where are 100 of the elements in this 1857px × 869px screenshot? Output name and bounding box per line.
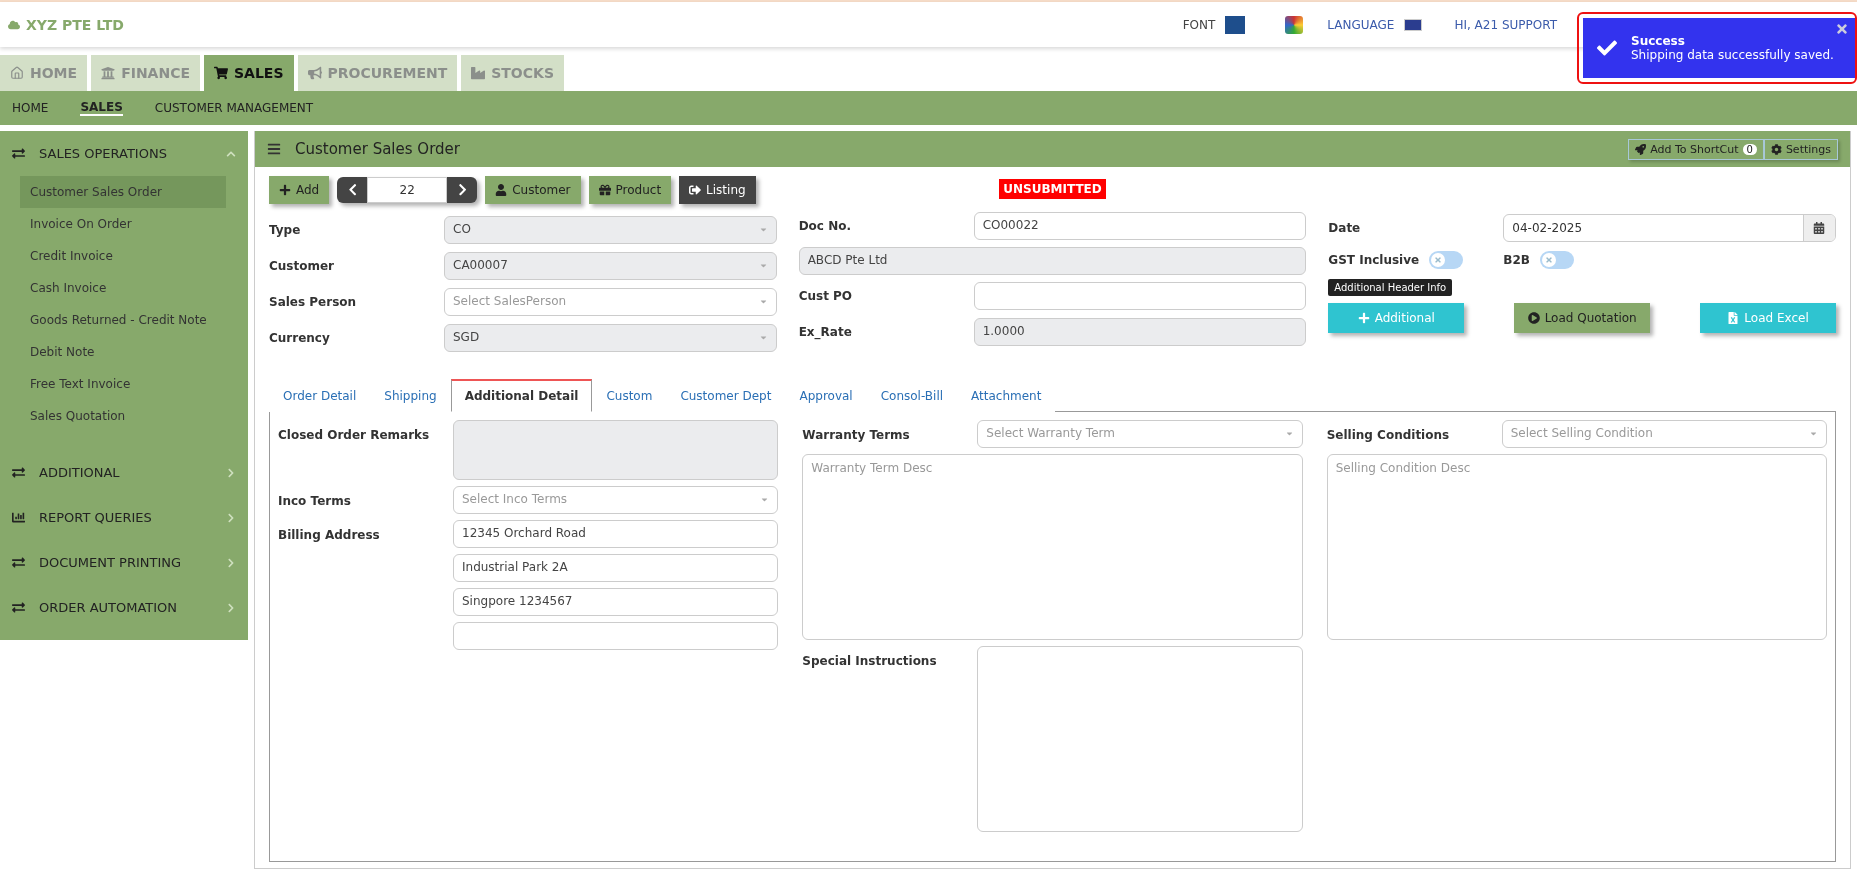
user-icon [495, 184, 508, 196]
check-icon [1597, 38, 1617, 58]
caret-icon [760, 495, 770, 504]
product-button[interactable]: Product [588, 176, 672, 204]
caret-icon [1809, 429, 1818, 438]
detail-tab[interactable]: Additional Detail [450, 379, 593, 412]
rocket-icon [1635, 143, 1647, 155]
input-field[interactable]: CO00022 [973, 212, 1307, 240]
sidebar-item[interactable]: Goods Returned - Credit Note [20, 304, 226, 336]
caret-icon [758, 333, 768, 342]
section-label: REPORT QUERIES [39, 510, 153, 525]
font-label: FONT [1182, 17, 1216, 32]
sign-out-icon [689, 184, 702, 196]
close-icon[interactable] [1835, 22, 1849, 36]
factory-icon [471, 66, 486, 80]
sidebar-item[interactable]: Customer Sales Order [20, 176, 226, 208]
sidebar-section[interactable]: ADDITIONAL [0, 450, 248, 495]
field-label: Inco Terms [278, 493, 352, 508]
field-label: Type [269, 223, 302, 237]
company-name: XYZ PTE LTD [26, 16, 124, 33]
sidebar-item[interactable]: Credit Invoice [20, 240, 226, 272]
field-label: Doc No. [798, 219, 852, 233]
bar-chart-icon [12, 511, 25, 524]
customer-button[interactable]: Customer [485, 176, 581, 204]
user-greeting[interactable]: HI, A21 SUPPORT [1454, 17, 1557, 32]
field-label: Special Instructions [802, 653, 938, 668]
exchange-icon [12, 601, 25, 614]
language-label[interactable]: LANGUAGE [1327, 17, 1395, 32]
gift-icon [598, 184, 611, 196]
shortcut-button[interactable]: Add To ShortCut 0 [1628, 138, 1764, 160]
toggle-switch[interactable] [1429, 251, 1464, 269]
add-button[interactable]: Add [269, 176, 330, 204]
megaphone-icon [307, 66, 322, 80]
input-field[interactable]: Singpore 1234567 [453, 588, 779, 616]
settings-icon [1770, 143, 1782, 155]
cross-icon [1434, 256, 1443, 264]
field-label: Warranty Terms [802, 427, 911, 442]
bank-icon [101, 66, 116, 80]
file-icon [1727, 312, 1740, 324]
exchange-icon [12, 147, 25, 160]
toggle-label: GST Inclusive [1328, 253, 1420, 267]
record-number[interactable]: 22 [367, 177, 448, 203]
plus-icon [1357, 312, 1370, 324]
input-field[interactable]: Industrial Park 2A [453, 554, 779, 582]
caret-icon [758, 297, 768, 306]
field-label: Ex_Rate [798, 325, 853, 339]
field-label: Selling Conditions [1326, 427, 1451, 442]
action-button[interactable]: Load Quotation [1514, 303, 1651, 333]
sidebar-item[interactable]: Cash Invoice [20, 272, 226, 304]
section-label: ADDITIONAL [39, 465, 121, 480]
palette-icon[interactable] [1285, 15, 1304, 34]
status-badge: UNSUBMITTED [999, 179, 1106, 199]
sidebar-section[interactable]: REPORT QUERIES [0, 495, 248, 540]
section-label: SALES OPERATIONS [39, 146, 168, 161]
page-title: Customer Sales Order [295, 140, 461, 158]
toggle-switch[interactable] [1540, 251, 1574, 269]
subnav-link[interactable]: HOME [12, 101, 49, 115]
exchange-icon [12, 466, 25, 479]
input-field[interactable]: 12345 Orchard Road [453, 520, 779, 548]
section-label: ORDER AUTOMATION [39, 600, 179, 615]
module-tab[interactable]: SALES [204, 55, 294, 91]
sidebar-item[interactable]: Debit Note [20, 336, 226, 368]
section-label: DOCUMENT PRINTING [39, 555, 183, 570]
input-field[interactable] [973, 282, 1307, 310]
sidebar-item[interactable]: Invoice On Order [20, 208, 226, 240]
sidebar-item[interactable]: Sales Quotation [20, 400, 226, 432]
field-label: Sales Person [269, 295, 358, 309]
settings-button[interactable]: Settings [1763, 138, 1838, 160]
plus-icon [279, 184, 291, 196]
input-field[interactable] [453, 622, 779, 650]
sidebar-section[interactable]: DOCUMENT PRINTING [0, 540, 248, 585]
toast-title: Success [1631, 34, 1686, 48]
play-icon [1527, 312, 1540, 324]
cloud-logo-icon [8, 18, 20, 31]
field-label: Closed Order Remarks [278, 427, 431, 442]
field-label: Customer [269, 259, 336, 273]
subnav-link[interactable]: SALES [80, 100, 123, 116]
sidebar-item[interactable]: Free Text Invoice [20, 368, 226, 400]
sidebar-section[interactable]: SALES OPERATIONS [0, 131, 248, 176]
date-field[interactable]: 04-02-2025 [1503, 214, 1836, 242]
caret-icon [758, 261, 768, 270]
caret-icon [1284, 429, 1294, 438]
subnav-link[interactable]: CUSTOMER MANAGEMENT [154, 101, 314, 115]
calendar-icon[interactable] [1803, 215, 1835, 241]
toggle-label: B2B [1503, 253, 1530, 267]
shortcut-count: 0 [1742, 143, 1757, 155]
field-label: Currency [269, 331, 331, 345]
menu-icon[interactable] [267, 142, 281, 156]
field-label: Billing Address [278, 527, 381, 542]
toast-message: Shipping data successfully saved. [1631, 48, 1834, 62]
field-label: Cust PO [798, 289, 854, 303]
exchange-icon [12, 556, 25, 569]
sidebar-section[interactable]: ORDER AUTOMATION [0, 585, 248, 630]
house-icon [10, 66, 24, 80]
cart-icon [214, 66, 228, 80]
tooltip: Additional Header Info [1328, 279, 1453, 296]
cross-icon [1545, 256, 1553, 264]
field-label: Date [1328, 221, 1362, 235]
listing-button[interactable]: Listing [679, 176, 756, 204]
caret-icon [758, 225, 768, 234]
